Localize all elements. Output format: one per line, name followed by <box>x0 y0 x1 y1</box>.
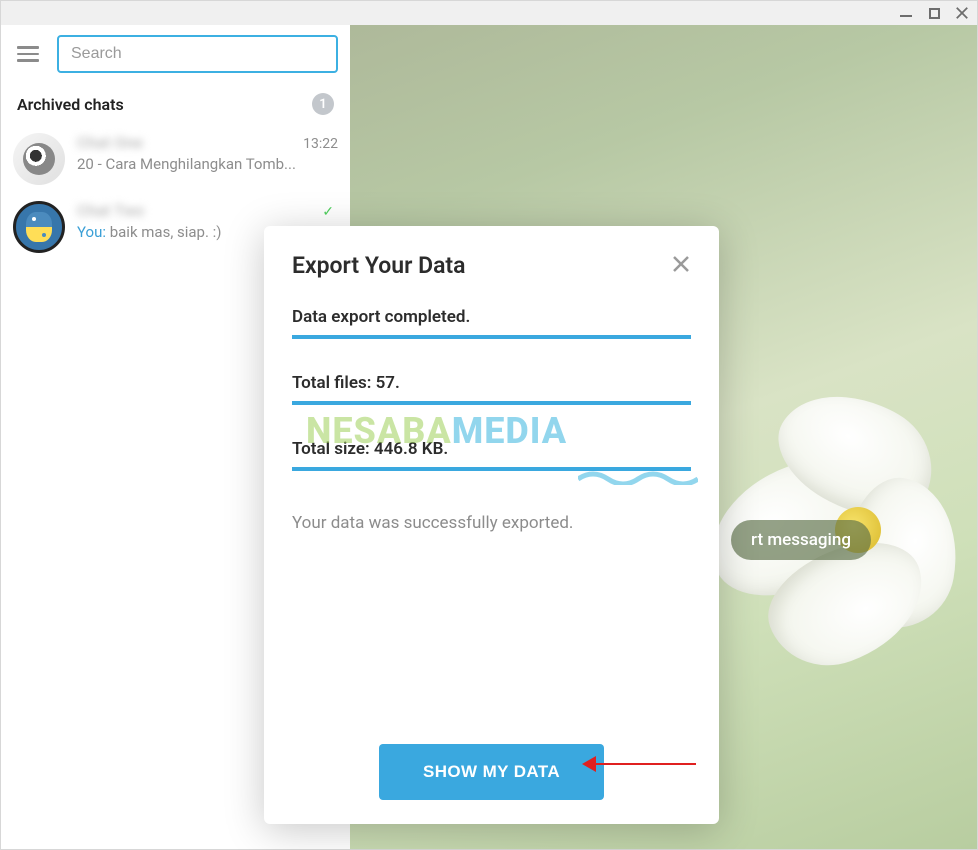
close-icon <box>671 254 691 274</box>
archived-chats-row[interactable]: Archived chats 1 <box>1 83 350 125</box>
minimize-icon <box>900 15 912 17</box>
export-status-line: Data export completed. <box>292 307 691 339</box>
total-files-line: Total files: 57. <box>292 373 691 405</box>
chat-name: Chat One <box>77 133 143 152</box>
total-size-line: Total size: 446.8 KB. <box>292 439 691 471</box>
minimize-button[interactable] <box>899 6 913 20</box>
start-messaging-pill[interactable]: rt messaging <box>731 520 871 560</box>
close-button[interactable] <box>955 6 969 20</box>
archived-count-badge: 1 <box>312 93 334 115</box>
chat-list-item[interactable]: Chat One 13:22 20 - Cara Menghilangkan T… <box>1 125 350 193</box>
search-row <box>1 25 350 83</box>
chat-preview-text: baik mas, siap. :) <box>110 223 222 241</box>
window-titlebar <box>1 1 977 25</box>
maximize-button[interactable] <box>927 6 941 20</box>
chat-time: 13:22 <box>303 136 338 152</box>
dialog-title: Export Your Data <box>292 252 466 279</box>
export-success-message: Your data was successfully exported. <box>292 513 691 533</box>
hamburger-icon <box>17 46 39 49</box>
dialog-close-button[interactable] <box>671 254 691 278</box>
menu-button[interactable] <box>13 42 43 66</box>
show-my-data-button[interactable]: SHOW MY DATA <box>379 744 604 800</box>
check-icon: ✓ <box>322 204 334 220</box>
you-prefix: You: <box>77 223 110 241</box>
chat-name: Chat Two <box>77 201 144 220</box>
chat-preview: 20 - Cara Menghilangkan Tomb... <box>77 155 338 173</box>
maximize-icon <box>929 8 940 19</box>
export-data-dialog: Export Your Data Data export completed. … <box>264 226 719 824</box>
chat-read-indicator: ✓ <box>322 204 338 220</box>
avatar <box>13 133 65 185</box>
archived-chats-label: Archived chats <box>17 95 124 114</box>
avatar <box>13 201 65 253</box>
search-input[interactable] <box>57 35 338 73</box>
close-icon <box>955 6 969 20</box>
